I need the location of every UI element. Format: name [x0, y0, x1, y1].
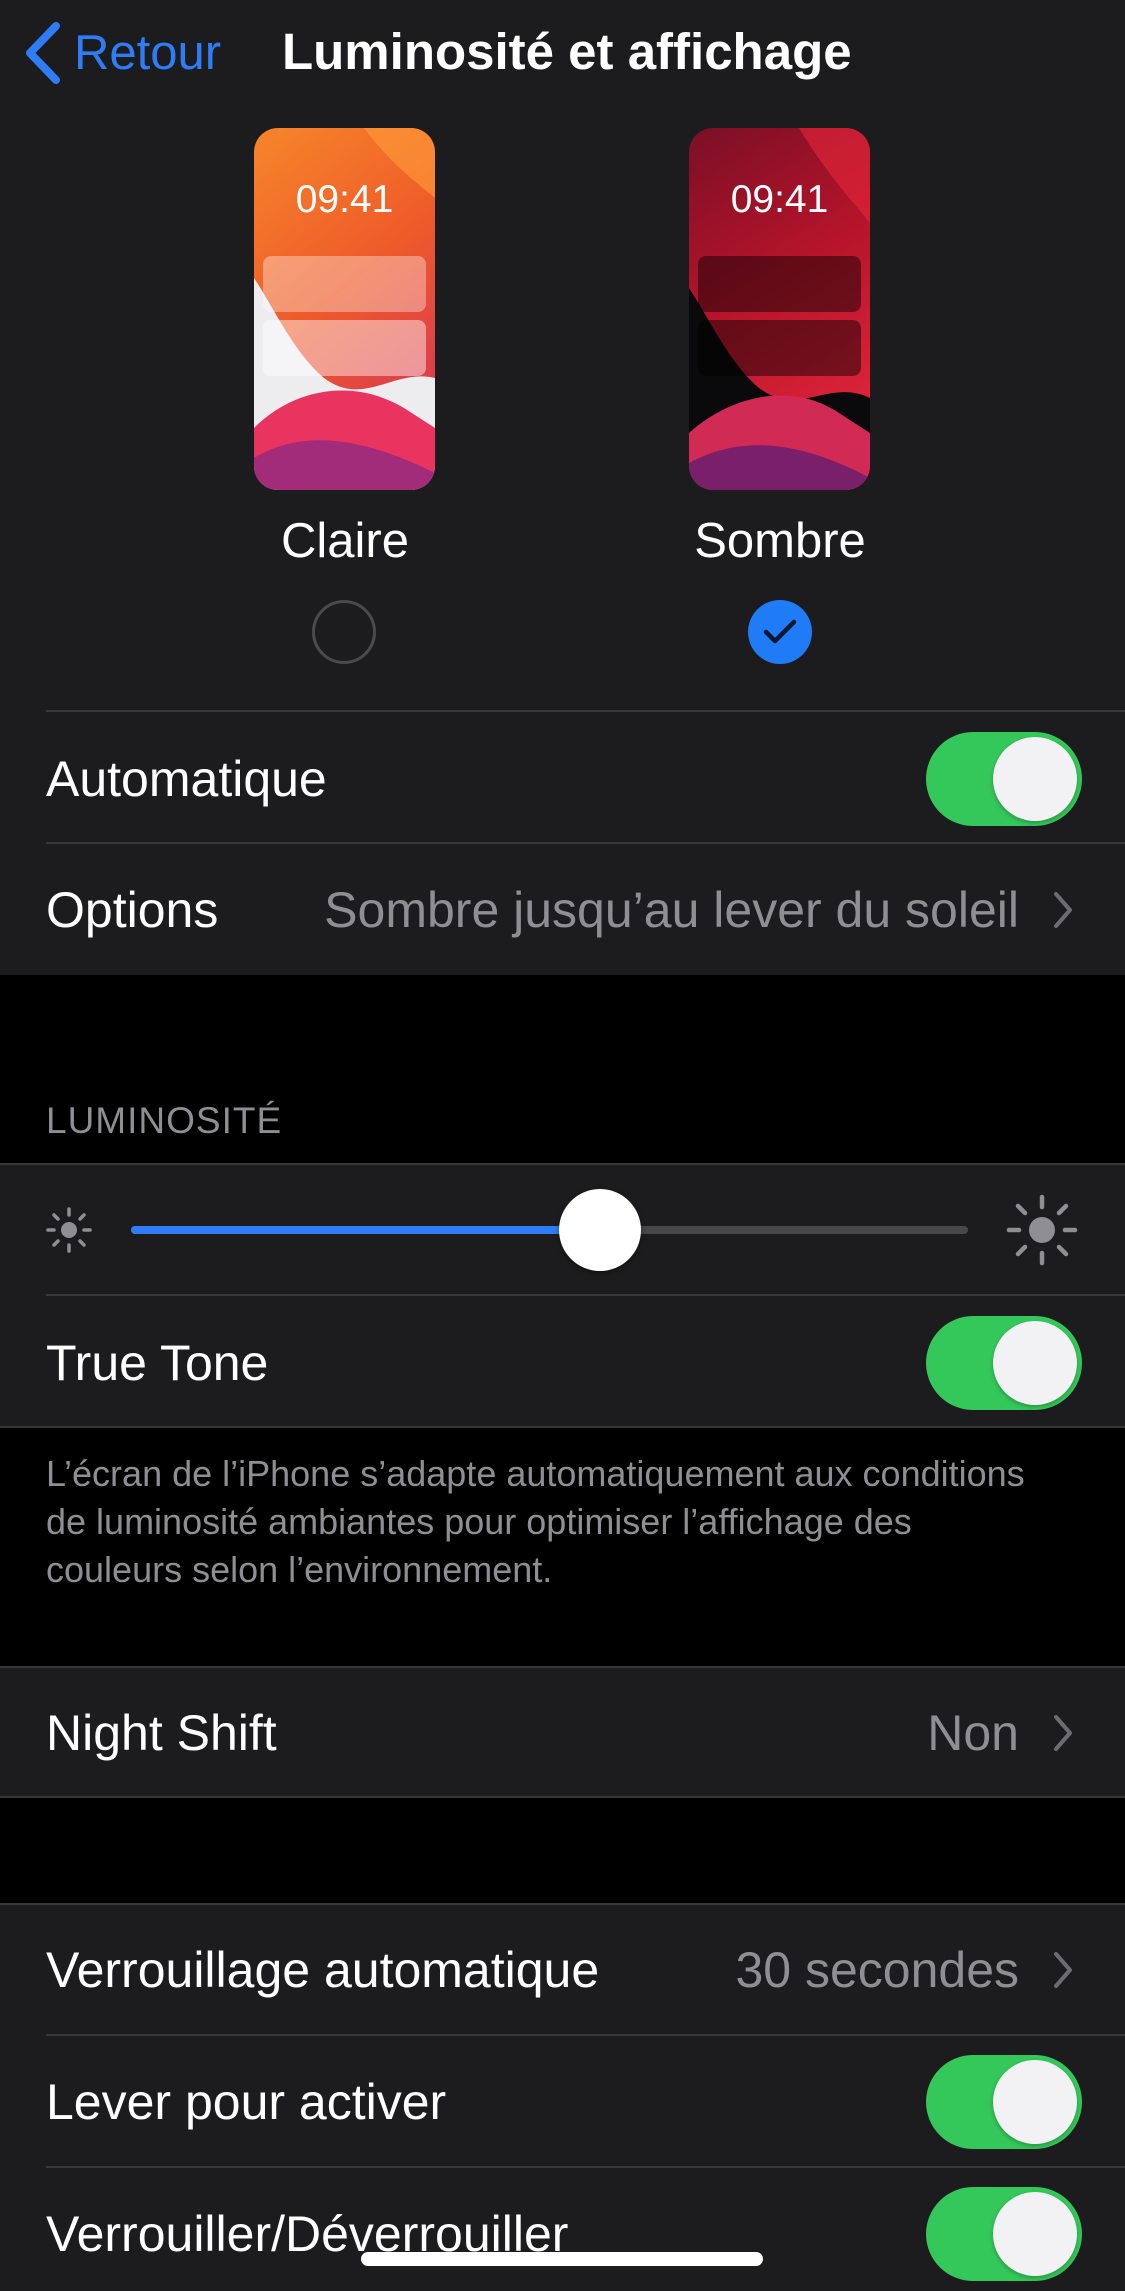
auto-lock-label: Verrouillage automatique: [46, 1942, 600, 1998]
true-tone-toggle[interactable]: [926, 1316, 1082, 1410]
brightness-section-header: LUMINOSITÉ: [46, 1100, 283, 1141]
raise-to-wake-toggle[interactable]: [926, 2055, 1082, 2149]
separator: [0, 1426, 1125, 1428]
separator: [0, 1796, 1125, 1798]
sun-small-icon: [46, 1207, 92, 1253]
light-preview-time: 09:41: [295, 178, 394, 221]
chevron-right-icon: [1054, 1952, 1072, 1988]
light-mode-label: Claire: [281, 514, 409, 568]
separator: [46, 2034, 1125, 2036]
dark-mode-preview[interactable]: 09:41: [689, 128, 870, 490]
separator: [46, 710, 1125, 712]
night-shift-label: Night Shift: [46, 1705, 277, 1761]
night-shift-value: Non: [927, 1705, 1019, 1761]
brightness-slider-track[interactable]: [131, 1226, 968, 1234]
raise-to-wake-label: Lever pour activer: [46, 2074, 447, 2130]
toggle-knob: [993, 2192, 1077, 2276]
true-tone-label: True Tone: [46, 1335, 269, 1391]
home-indicator: [361, 2252, 763, 2266]
lock-unlock-toggle[interactable]: [926, 2187, 1082, 2281]
chevron-right-icon: [1054, 1715, 1072, 1751]
automatic-label: Automatique: [46, 751, 327, 807]
separator: [0, 1666, 1125, 1668]
true-tone-description: L’écran de l’iPhone s’adapte automatique…: [46, 1453, 1025, 1590]
separator: [46, 2166, 1125, 2168]
toggle-knob: [993, 2060, 1077, 2144]
options-label: Options: [46, 882, 219, 938]
dark-preview-time: 09:41: [730, 178, 829, 221]
toggle-knob: [993, 1321, 1077, 1405]
chevron-left-icon: [26, 22, 60, 84]
separator: [0, 1163, 1125, 1165]
toggle-knob: [993, 737, 1077, 821]
separator: [46, 1294, 1125, 1296]
chevron-right-icon: [1054, 892, 1072, 928]
back-button[interactable]: Retour: [20, 14, 221, 92]
automatic-toggle[interactable]: [926, 732, 1082, 826]
page-title: Luminosité et affichage: [282, 23, 852, 80]
dark-mode-radio[interactable]: [748, 600, 812, 664]
brightness-slider-thumb[interactable]: [558, 1189, 641, 1271]
dark-mode-label: Sombre: [694, 514, 866, 568]
options-value: Sombre jusqu’au lever du soleil: [324, 882, 1019, 938]
checkmark-icon: [763, 619, 797, 644]
brightness-slider-fill: [131, 1226, 600, 1234]
light-mode-radio[interactable]: [312, 600, 376, 664]
light-mode-preview[interactable]: 09:41: [254, 128, 435, 490]
auto-lock-value: 30 secondes: [735, 1942, 1019, 1998]
back-label: Retour: [74, 26, 222, 80]
sun-large-icon: [1006, 1194, 1078, 1266]
